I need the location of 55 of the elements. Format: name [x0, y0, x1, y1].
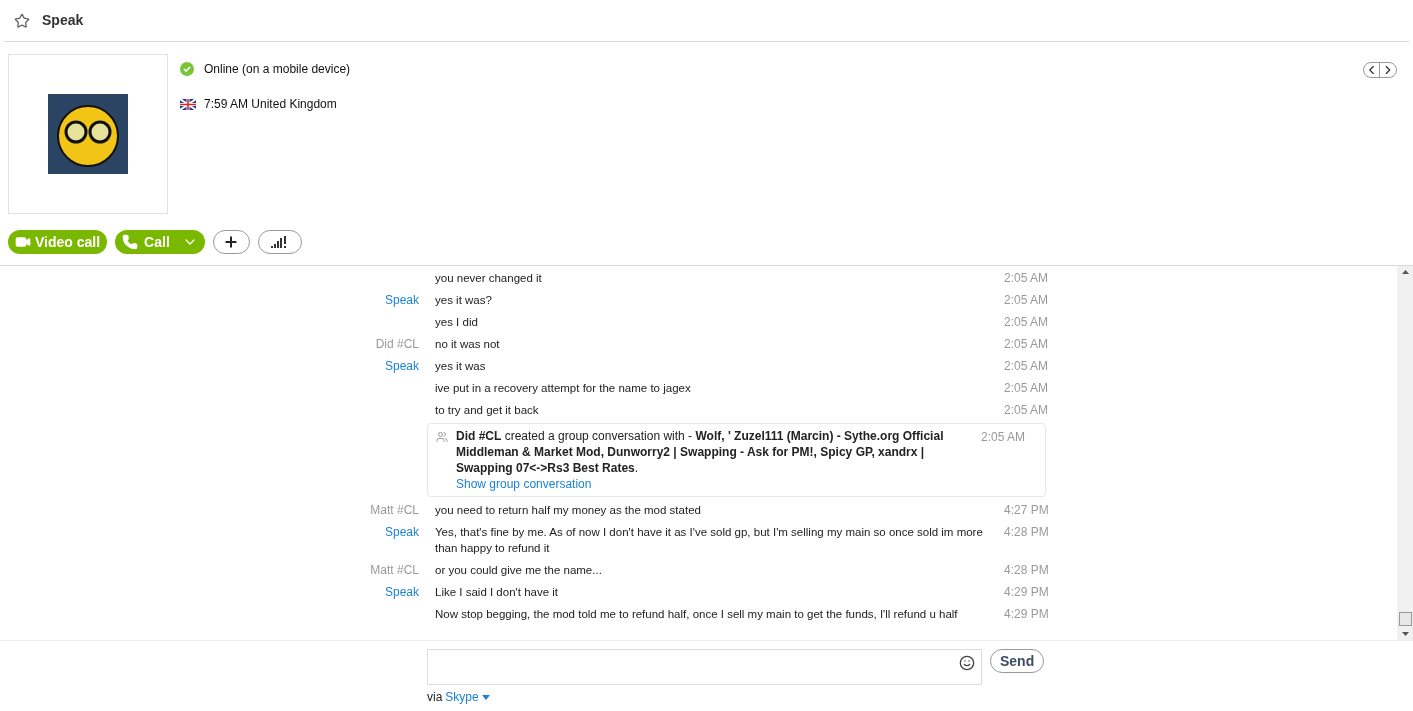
scrollbar[interactable]: [1397, 266, 1413, 640]
message-time: 2:05 AM: [1004, 270, 1049, 286]
message-time: 4:27 PM: [1004, 502, 1049, 518]
show-group-conversation-link[interactable]: Show group conversation: [456, 476, 592, 492]
sender-name: Did #CL: [375, 336, 419, 352]
local-time-text: 7:59 AM United Kingdom: [204, 96, 337, 113]
message-text: or you could give me the name...: [435, 563, 603, 578]
message-time: 2:05 AM: [1004, 380, 1049, 396]
phone-icon: [122, 234, 139, 250]
message-time: 4:28 PM: [1004, 524, 1049, 540]
sender-name: Matt #CL: [370, 562, 419, 578]
via-label: via: [427, 689, 443, 706]
status-text: Online (on a mobile device): [204, 61, 351, 78]
message-time: 4:29 PM: [1004, 584, 1049, 600]
message-text: yes I did: [435, 315, 479, 330]
flag-icon: [180, 98, 196, 110]
message-time: 2:05 AM: [1004, 314, 1049, 330]
group-icon: [436, 431, 448, 443]
emoticon-icon[interactable]: [959, 655, 975, 671]
message-text: you never changed it: [435, 271, 543, 286]
message-text: no it was not: [435, 337, 501, 352]
event-text: Did #CL created a group conversation with - Wolf, ' Zuzel111 (Marcin) - Sythe.org Official Middleman & Market Mod, Dunworry2 | Swapping - Ask for PM!, Spicy GP, xandrx | Swapping 07<->Rs3 Best Rates.: [456, 428, 945, 476]
signal-bars-icon: [270, 236, 289, 248]
message-text: Now stop begging, the mod told me to refund half, once I sell my main to get the funds, I'll refund u half: [435, 607, 959, 622]
message-text: Like I said I don't have it: [435, 585, 560, 600]
message-time: 2:05 AM: [1004, 292, 1049, 308]
video-call-button[interactable]: Video call: [8, 230, 108, 254]
sender-name: Speak: [384, 292, 419, 308]
message-time: 2:05 AM: [980, 429, 1027, 446]
message-text: yes it was: [435, 359, 487, 374]
message-text: you need to return half my money as the mod stated: [435, 503, 702, 518]
message-time: 4:29 PM: [1004, 606, 1049, 622]
message-time: 4:28 PM: [1004, 562, 1049, 578]
message-time: 2:05 AM: [1004, 336, 1049, 352]
online-status-icon: [180, 62, 194, 76]
message-text: ive put in a recovery attempt for the name to jagex: [435, 381, 692, 396]
sender-name: Speak: [384, 524, 419, 540]
contact-name: Speak: [42, 11, 84, 30]
message-time: 2:05 AM: [1004, 358, 1049, 374]
message-text: Yes, that's fine by me. As of now I don't have it as I've sold gp, but I'm selling my main so once sold im more than happy to refund it: [435, 525, 984, 556]
scrollbar-thumb[interactable]: [1398, 612, 1412, 626]
service-selector[interactable]: Skype: [445, 688, 490, 706]
favorite-star-icon[interactable]: [14, 12, 30, 29]
message-input-field[interactable]: [427, 649, 982, 685]
sender-name: Matt #CL: [370, 502, 419, 518]
sender-name: Speak: [384, 584, 419, 600]
call-button[interactable]: Call: [115, 230, 205, 254]
video-camera-icon: [15, 234, 31, 250]
message-text: to try and get it back: [435, 403, 540, 418]
scroll-up-icon[interactable]: [1401, 270, 1409, 274]
scroll-down-icon[interactable]: [1401, 632, 1409, 636]
caret-icon: [481, 694, 490, 700]
message-text: yes it was?: [435, 293, 493, 308]
sender-name: Speak: [384, 358, 419, 374]
message-time: 2:05 AM: [1004, 402, 1049, 418]
